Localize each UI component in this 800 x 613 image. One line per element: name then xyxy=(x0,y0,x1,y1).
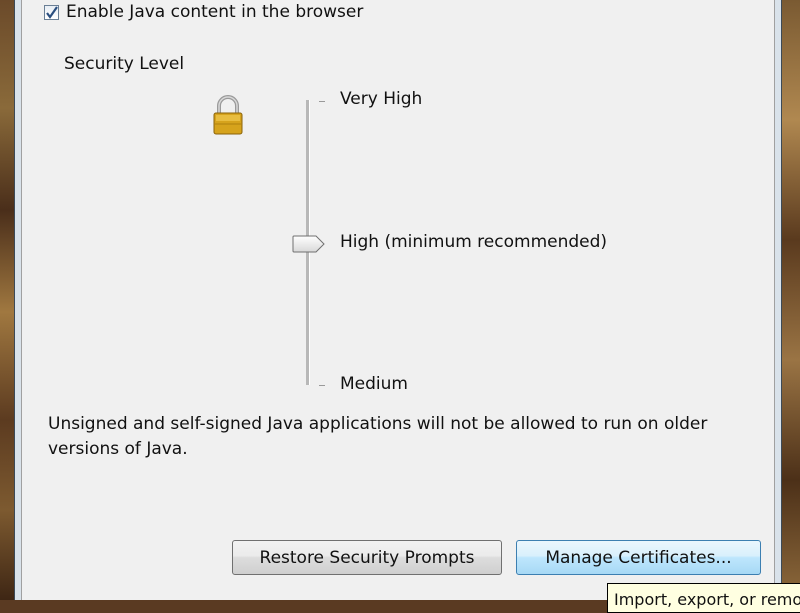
security-level-heading: Security Level xyxy=(64,54,185,74)
security-level-description: Unsigned and self-signed Java applicatio… xyxy=(48,414,708,459)
level-medium-label[interactable]: Medium xyxy=(340,374,408,394)
desktop-background-right xyxy=(782,0,800,600)
java-control-panel-window: Enable Java content in the browser Secur… xyxy=(14,0,782,600)
security-level-slider-thumb[interactable] xyxy=(292,235,326,253)
enable-java-checkbox[interactable] xyxy=(44,4,59,20)
security-tab-panel: Enable Java content in the browser Secur… xyxy=(21,0,775,600)
slider-tick-very-high xyxy=(319,101,325,102)
checkmark-icon xyxy=(46,5,58,19)
slider-tick-medium xyxy=(319,385,325,386)
enable-java-label: Enable Java content in the browser xyxy=(66,2,364,22)
padlock-icon xyxy=(213,95,243,135)
manage-certificates-tooltip: Import, export, or remove certificates xyxy=(607,583,800,613)
restore-security-prompts-button[interactable]: Restore Security Prompts xyxy=(232,540,502,575)
level-very-high-label[interactable]: Very High xyxy=(340,89,422,109)
level-high-label[interactable]: High (minimum recommended) xyxy=(340,232,607,252)
enable-java-row[interactable]: Enable Java content in the browser xyxy=(44,2,363,22)
desktop-background-left xyxy=(0,0,14,600)
manage-certificates-button[interactable]: Manage Certificates... xyxy=(516,540,761,575)
